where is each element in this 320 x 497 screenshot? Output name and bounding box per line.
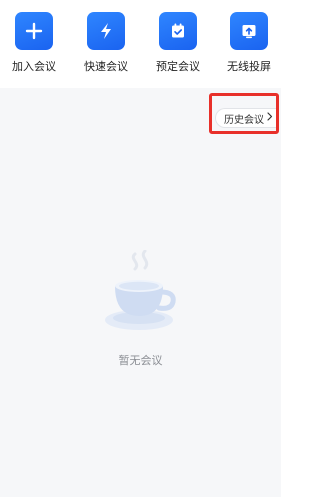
quick-meeting-button[interactable]: 快速会议 xyxy=(76,12,136,74)
join-meeting-button[interactable]: 加入会议 xyxy=(4,12,64,74)
plus-icon xyxy=(15,12,53,50)
history-meetings-label: 历史会议 xyxy=(224,114,264,126)
history-meetings-button[interactable]: 历史会议 xyxy=(215,108,279,128)
wireless-cast-label: 无线投屏 xyxy=(227,60,271,73)
screen-cast-icon xyxy=(230,12,268,50)
empty-state-text: 暂无会议 xyxy=(118,354,163,367)
quick-meeting-label: 快速会议 xyxy=(84,60,128,73)
lightning-icon xyxy=(87,12,125,50)
chevron-right-icon xyxy=(267,112,273,124)
empty-state xyxy=(0,250,281,335)
wireless-cast-button[interactable]: 无线投屏 xyxy=(219,12,279,74)
coffee-cup-icon xyxy=(104,250,176,330)
schedule-meeting-label: 预定会议 xyxy=(156,60,200,73)
quick-actions-bar: 加入会议 快速会议 预定会议 无线投屏 xyxy=(0,0,281,88)
join-meeting-label: 加入会议 xyxy=(12,60,56,73)
calendar-check-icon xyxy=(159,12,197,50)
schedule-meeting-button[interactable]: 预定会议 xyxy=(148,12,208,74)
